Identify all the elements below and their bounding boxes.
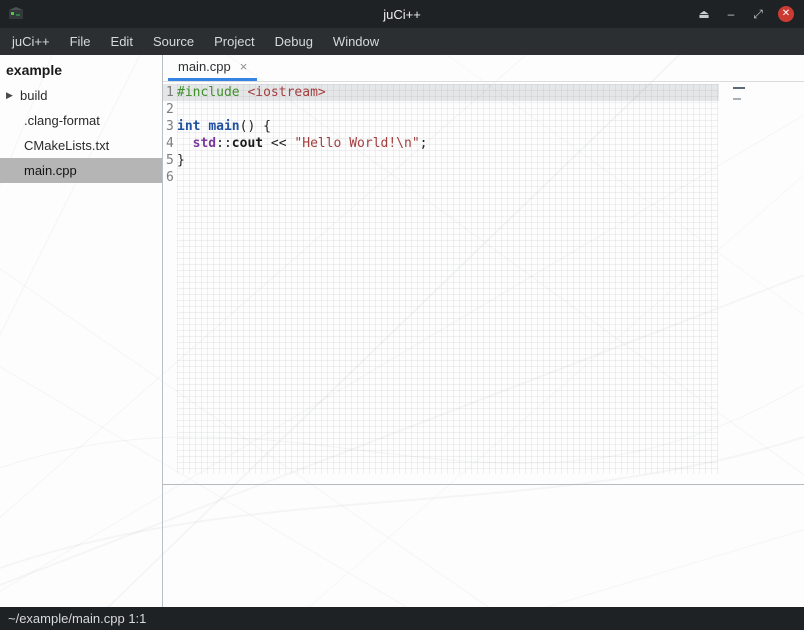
title-bar: juCi++ ⏏–⤢ ✕ (0, 0, 804, 28)
file-tree: ▶build .clang-format CMakeLists.txt main.cp… (0, 83, 162, 183)
app-logo-icon (7, 6, 25, 22)
project-root-label[interactable]: example (0, 55, 162, 83)
line-number: 4 (163, 135, 177, 152)
app-window: juCi++ ⏏–⤢✕ juCi++FileEditSourceProjectD… (0, 0, 804, 630)
tree-item-clang-format[interactable]: .clang-format (0, 108, 162, 133)
tree-item-label: .clang-format (24, 113, 100, 128)
tab-close-icon[interactable]: × (240, 59, 248, 74)
file-tree-panel: example ▶build .clang-format CMakeLists.tx… (0, 55, 163, 607)
line-content: #include <iostream> (177, 84, 326, 101)
token-plain (177, 136, 193, 151)
tree-item-label: CMakeLists.txt (24, 138, 109, 153)
menu-item-debug[interactable]: Debug (265, 28, 323, 55)
tree-item-label: build (20, 88, 47, 103)
code-line-2[interactable]: 2 (163, 101, 804, 118)
minimize-icon[interactable]: – (724, 6, 738, 22)
overview-mark (733, 87, 745, 89)
menu-item-file[interactable]: File (60, 28, 101, 55)
token-preproc: #include (177, 85, 240, 100)
tree-item-main-cpp[interactable]: main.cpp (0, 158, 162, 183)
menu-item-edit[interactable]: Edit (101, 28, 143, 55)
line-number: 1 (163, 84, 177, 101)
line-content: int main() { (177, 118, 271, 135)
window-title: juCi++ (0, 7, 804, 22)
close-icon[interactable]: ✕ (778, 6, 794, 22)
token-ns: std (193, 136, 216, 151)
token-plain: } (177, 153, 185, 168)
token-plain: :: (216, 136, 232, 151)
token-func: main (208, 119, 239, 134)
tab-label: main.cpp (178, 59, 231, 74)
token-plain: << (263, 136, 294, 151)
line-number: 3 (163, 118, 177, 135)
token-string: <iostream> (247, 85, 325, 100)
menu-item-project[interactable]: Project (204, 28, 264, 55)
code-line-6[interactable]: 6 (163, 169, 804, 186)
code-line-3[interactable]: 3int main() { (163, 118, 804, 135)
status-bar: ~/example/main.cpp 1:1 (0, 607, 804, 630)
tab-main-cpp[interactable]: main.cpp × (168, 55, 257, 81)
terminal-panel[interactable] (163, 484, 804, 607)
code-line-5[interactable]: 5} (163, 152, 804, 169)
code-line-4[interactable]: 4 std::cout << "Hello World!\n"; (163, 135, 804, 152)
tab-bar: main.cpp × (163, 55, 804, 82)
menu-item-window[interactable]: Window (323, 28, 389, 55)
tree-item-build[interactable]: ▶build (0, 83, 162, 108)
token-plain: () { (240, 119, 271, 134)
scroll-overview[interactable] (733, 87, 745, 109)
eject-icon[interactable]: ⏏ (697, 6, 711, 22)
code-editor[interactable]: 1#include <iostream>23int main() {4 std:… (163, 82, 804, 484)
expander-icon[interactable]: ▶ (6, 90, 20, 101)
editor-pane: main.cpp × 1#include <iostream>23int mai… (163, 55, 804, 607)
menu-bar: juCi++FileEditSourceProjectDebugWindow (0, 28, 804, 55)
token-string: "Hello World!\n" (294, 136, 419, 151)
line-number: 2 (163, 101, 177, 118)
tree-item-cmakelists-txt[interactable]: CMakeLists.txt (0, 133, 162, 158)
line-content: std::cout << "Hello World!\n"; (177, 135, 427, 152)
status-text: ~/example/main.cpp 1:1 (8, 611, 146, 626)
code-area: 1#include <iostream>23int main() {4 std:… (163, 82, 804, 186)
overview-mark (733, 98, 741, 100)
menu-item-juci[interactable]: juCi++ (2, 28, 60, 55)
code-line-1[interactable]: 1#include <iostream> (163, 84, 719, 101)
tree-item-label: main.cpp (24, 163, 77, 178)
line-number: 6 (163, 169, 177, 186)
restore-icon[interactable]: ⤢ (751, 6, 765, 22)
menu-item-source[interactable]: Source (143, 28, 204, 55)
line-number: 5 (163, 152, 177, 169)
window-controls: ⏏–⤢ ✕ (697, 6, 794, 22)
content-area: example ▶build .clang-format CMakeLists.tx… (0, 55, 804, 607)
line-content: } (177, 152, 185, 169)
token-member: cout (232, 136, 263, 151)
token-plain: ; (420, 136, 428, 151)
token-type: int (177, 119, 200, 134)
